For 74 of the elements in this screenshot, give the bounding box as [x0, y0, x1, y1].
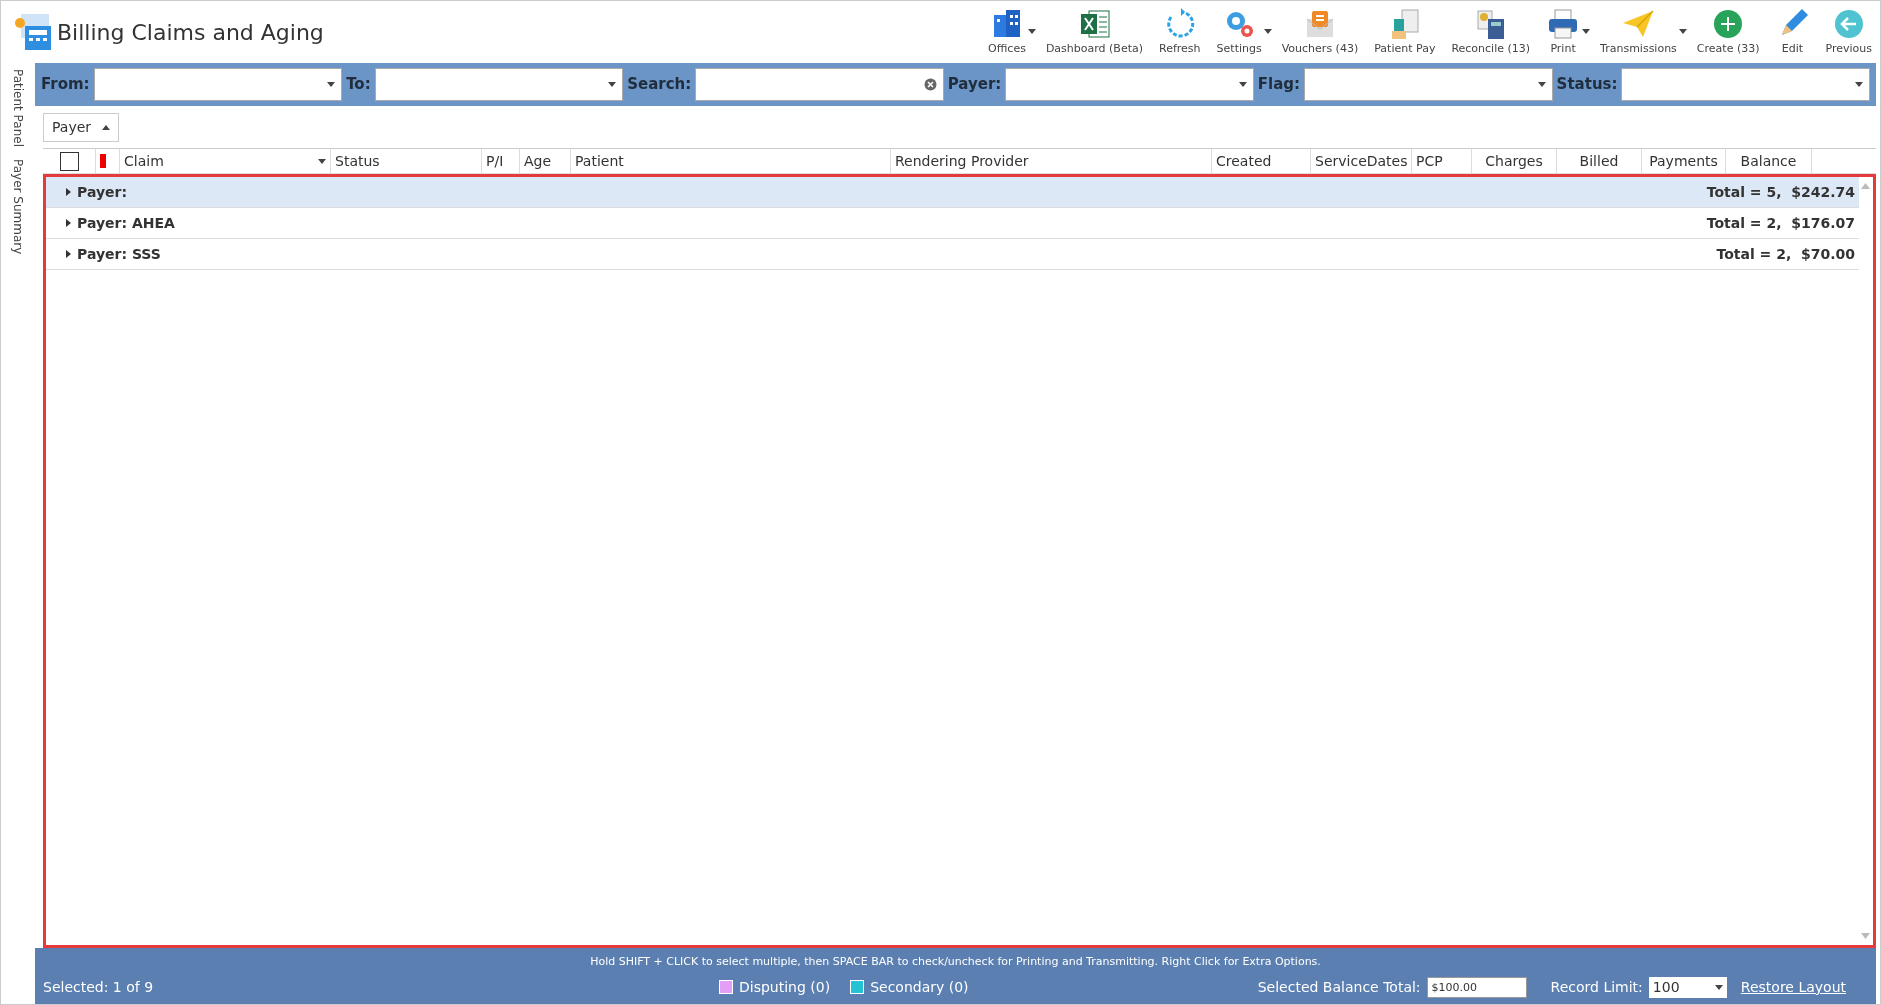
- calculator-icon: [13, 12, 53, 52]
- clear-icon[interactable]: [923, 78, 937, 91]
- side-tab[interactable]: Patient Panel: [9, 69, 27, 147]
- caret-icon: [327, 82, 336, 87]
- restore-layout-link[interactable]: Restore Layout: [1740, 976, 1846, 998]
- hint-text: Hold SHIFT + CLICK to select multiple, then SPACE BAR to check/uncheck for Printing and Transmitting. Right Click for Extra Options.: [589, 954, 1322, 970]
- toolbar-button[interactable]: Dashboard (Beta): [1037, 4, 1152, 60]
- filter-label: To:: [346, 74, 371, 96]
- app-title: Billing Claims and Aging: [57, 18, 324, 47]
- toolbar-button[interactable]: Offices: [980, 4, 1034, 60]
- column-header[interactable]: Billed: [1557, 149, 1642, 173]
- record-limit-label: Record Limit:: [1550, 977, 1643, 997]
- group-total: Total = 2, $176.07: [1706, 213, 1855, 233]
- dropdown-field[interactable]: [1621, 68, 1870, 101]
- caret-icon: [608, 82, 617, 87]
- group-label: Payer: SSS: [77, 244, 161, 264]
- column-header[interactable]: P/I: [482, 149, 520, 173]
- toolbar-button[interactable]: Vouchers (43): [1273, 4, 1367, 60]
- column-header[interactable]: PCP: [1412, 149, 1472, 173]
- group-by-chip[interactable]: Payer: [43, 112, 119, 142]
- checkbox[interactable]: [59, 151, 79, 171]
- legend-label: Secondary (0): [870, 977, 969, 997]
- group-row[interactable]: Payer: AHEA Total = 2, $176.07: [46, 208, 1859, 239]
- filter-label: From:: [41, 74, 90, 96]
- toolbar-button[interactable]: Settings: [1208, 4, 1270, 60]
- filter-label: Payer:: [947, 74, 1002, 96]
- column-header[interactable]: Status: [331, 149, 482, 173]
- caret-icon: [1537, 82, 1546, 87]
- side-tab[interactable]: Payer Summary: [9, 159, 27, 255]
- toolbar-button[interactable]: Patient Pay: [1366, 4, 1444, 60]
- column-header[interactable]: ServiceDates: [1311, 149, 1412, 173]
- group-row[interactable]: Payer: SSS Total = 2, $70.00: [46, 239, 1859, 270]
- filter-label: Search:: [627, 74, 692, 96]
- expand-arrow-icon[interactable]: [66, 219, 71, 227]
- caret-icon: [318, 159, 326, 164]
- group-label: Payer:: [77, 182, 128, 202]
- toolbar-button[interactable]: Print: [1538, 4, 1589, 60]
- dropdown-field[interactable]: [1304, 68, 1553, 101]
- selection-count: Selected: 1 of 9: [43, 977, 155, 997]
- toolbar-button[interactable]: Create (33): [1688, 4, 1768, 60]
- column-header[interactable]: Rendering Provider: [891, 149, 1212, 173]
- group-total: Total = 5, $242.74: [1706, 182, 1855, 202]
- toolbar-button[interactable]: Transmissions: [1592, 4, 1685, 60]
- group-label: Payer: AHEA: [77, 213, 175, 233]
- dropdown-field[interactable]: [93, 68, 343, 101]
- search-field[interactable]: [695, 68, 944, 101]
- group-total: Total = 2, $70.00: [1716, 244, 1855, 264]
- expand-arrow-icon[interactable]: [66, 188, 71, 196]
- dropdown-field[interactable]: [374, 68, 624, 101]
- column-header[interactable]: Charges: [1472, 149, 1557, 173]
- flag-marker-icon: [100, 154, 106, 168]
- caret-icon: [1714, 984, 1723, 990]
- balance-label: Selected Balance Total:: [1257, 977, 1421, 997]
- column-header[interactable]: Claim: [120, 149, 331, 173]
- filter-label: Status:: [1556, 74, 1618, 96]
- toolbar-button[interactable]: Previous: [1817, 4, 1880, 60]
- column-header[interactable]: Patient: [571, 149, 891, 173]
- balance-field[interactable]: $100.00: [1426, 976, 1527, 998]
- group-row[interactable]: Payer: Total = 5, $242.74: [46, 177, 1859, 208]
- toolbar-button[interactable]: Edit: [1767, 4, 1818, 60]
- caret-icon: [1855, 82, 1863, 87]
- caret-icon: [1238, 82, 1247, 87]
- sort-up-icon: [101, 125, 110, 130]
- dropdown-field[interactable]: [1005, 68, 1254, 101]
- column-header[interactable]: Payments: [1642, 149, 1726, 173]
- legend-label: Disputing (0): [739, 977, 831, 997]
- column-header[interactable]: Created: [1212, 149, 1311, 173]
- filter-label: Flag:: [1257, 74, 1301, 96]
- column-header[interactable]: Balance: [1726, 149, 1812, 173]
- toolbar-button[interactable]: Reconcile (13): [1443, 4, 1539, 60]
- column-header[interactable]: Age: [520, 149, 571, 173]
- toolbar-button[interactable]: Refresh: [1151, 4, 1209, 60]
- expand-arrow-icon[interactable]: [66, 250, 71, 258]
- record-limit-dropdown[interactable]: 100: [1648, 976, 1727, 998]
